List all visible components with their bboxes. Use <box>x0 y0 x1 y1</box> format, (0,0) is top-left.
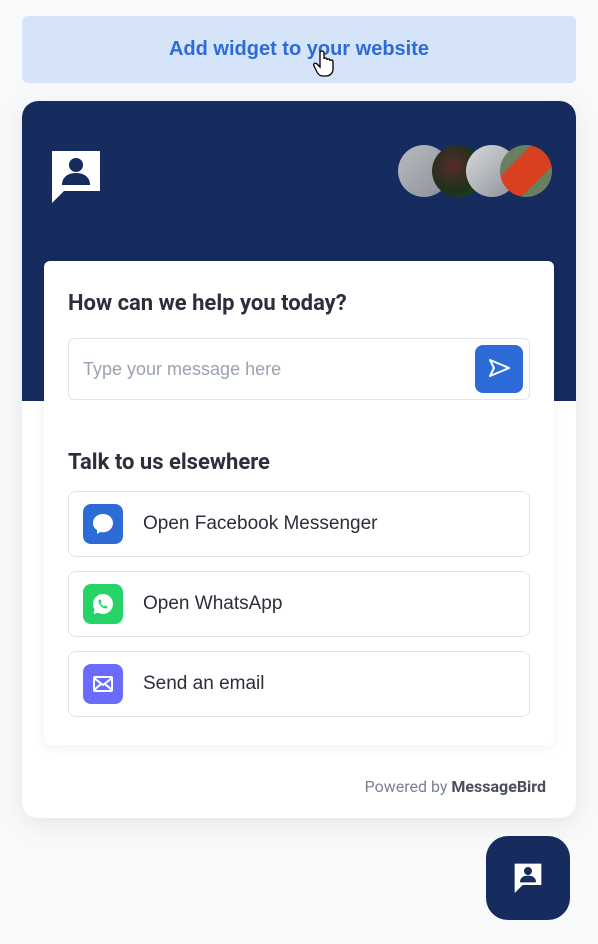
footer-prefix: Powered by <box>365 777 452 796</box>
widget-heading: How can we help you today? <box>68 291 530 316</box>
chat-launcher-button[interactable] <box>486 836 570 920</box>
send-button[interactable] <box>475 345 523 393</box>
widget-header <box>22 101 576 261</box>
send-icon <box>487 356 511 383</box>
channel-whatsapp-button[interactable]: Open WhatsApp <box>68 571 530 637</box>
agent-avatars <box>398 145 552 197</box>
message-input-row <box>68 338 530 400</box>
chat-logo-icon <box>46 145 106 205</box>
add-widget-label: Add widget to your website <box>169 38 429 60</box>
chat-widget-card: How can we help you today? Talk to us el… <box>22 101 576 818</box>
whatsapp-icon <box>83 584 123 624</box>
add-widget-button[interactable]: Add widget to your website <box>22 16 576 83</box>
email-icon <box>83 664 123 704</box>
widget-body: How can we help you today? Talk to us el… <box>44 261 554 745</box>
avatar <box>500 145 552 197</box>
channel-label: Send an email <box>143 673 264 695</box>
channel-label: Open Facebook Messenger <box>143 513 377 535</box>
channel-email-button[interactable]: Send an email <box>68 651 530 717</box>
elsewhere-heading: Talk to us elsewhere <box>68 450 530 475</box>
channel-messenger-button[interactable]: Open Facebook Messenger <box>68 491 530 557</box>
message-input[interactable] <box>83 359 475 380</box>
chat-launcher-icon <box>508 857 548 900</box>
channel-label: Open WhatsApp <box>143 593 282 615</box>
footer-brand: MessageBird <box>451 777 546 796</box>
messenger-icon <box>83 504 123 544</box>
widget-footer: Powered by MessageBird <box>22 745 576 818</box>
